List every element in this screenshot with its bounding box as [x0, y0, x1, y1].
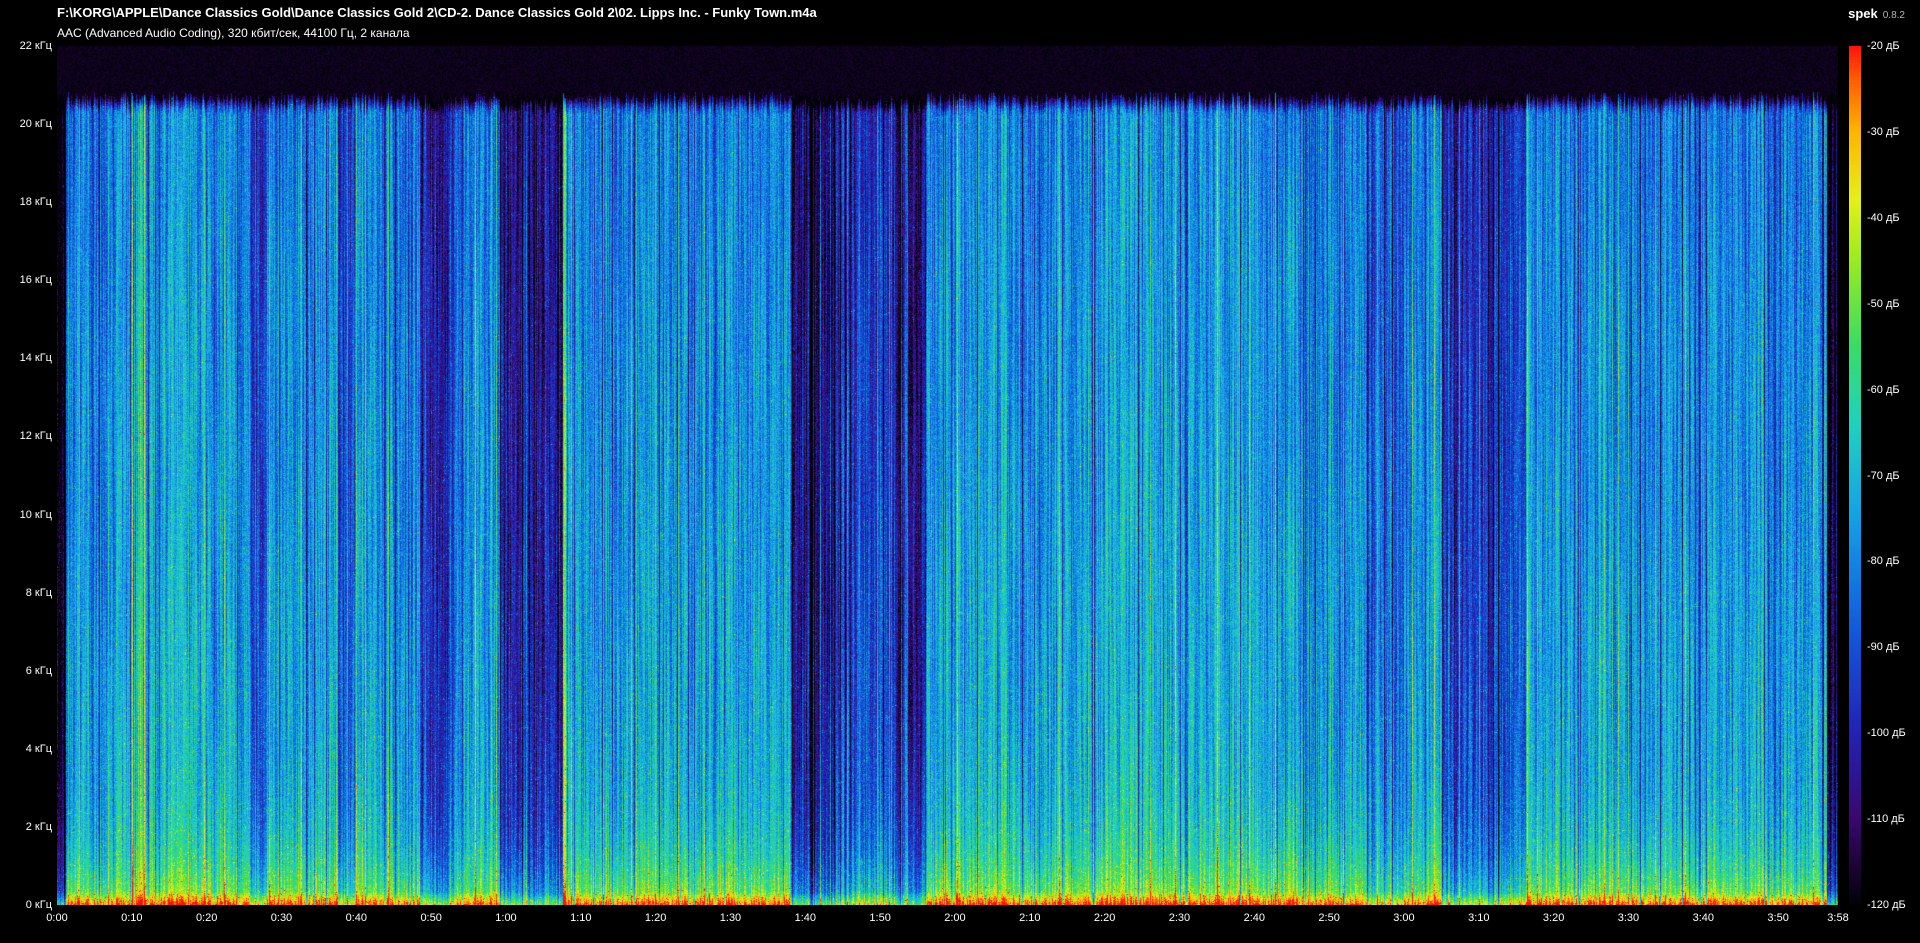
colorbar-gradient [1849, 46, 1861, 905]
db-tick-label: -60 дБ [1867, 383, 1900, 397]
freq-tick-label: 0 кГц [0, 898, 52, 912]
freq-tick-label: 14 кГц [0, 351, 52, 365]
freq-tick-label: 10 кГц [0, 508, 52, 522]
db-tick-label: -30 дБ [1867, 125, 1900, 139]
time-tick-label: 0:40 [331, 911, 381, 925]
time-tick-label: 2:20 [1080, 911, 1130, 925]
app-version: 0.8.2 [1883, 10, 1905, 21]
time-tick-label: 3:20 [1529, 911, 1579, 925]
freq-tick-label: 22 кГц [0, 39, 52, 53]
freq-tick-label: 6 кГц [0, 664, 52, 678]
db-tick-label: -120 дБ [1867, 898, 1906, 912]
freq-tick-label: 12 кГц [0, 429, 52, 443]
time-tick-label: 2:50 [1304, 911, 1354, 925]
db-tick-label: -90 дБ [1867, 640, 1900, 654]
freq-tick-label: 16 кГц [0, 273, 52, 287]
freq-tick-label: 8 кГц [0, 586, 52, 600]
freq-tick-label: 2 кГц [0, 820, 52, 834]
time-tick-label: 2:30 [1154, 911, 1204, 925]
db-tick-label: -80 дБ [1867, 554, 1900, 568]
time-tick-label: 3:50 [1753, 911, 1803, 925]
time-tick-label: 3:40 [1678, 911, 1728, 925]
spek-window: F:\KORG\APPLE\Dance Classics Gold\Dance … [0, 0, 1920, 943]
db-tick-label: -110 дБ [1867, 812, 1905, 826]
time-tick-label: 2:10 [1005, 911, 1055, 925]
time-tick-label: 0:50 [406, 911, 456, 925]
time-tick-label: 1:10 [556, 911, 606, 925]
time-tick-label: 1:00 [481, 911, 531, 925]
db-tick-label: -50 дБ [1867, 297, 1900, 311]
time-tick-label: 3:10 [1454, 911, 1504, 925]
app-name: spek [1848, 6, 1878, 21]
freq-tick-label: 18 кГц [0, 195, 52, 209]
db-tick-label: -70 дБ [1867, 469, 1900, 483]
time-tick-label: 1:40 [780, 911, 830, 925]
time-tick-label: 1:20 [631, 911, 681, 925]
spectrogram-canvas [57, 46, 1838, 905]
file-path-title: F:\KORG\APPLE\Dance Classics Gold\Dance … [57, 5, 817, 20]
db-tick-label: -100 дБ [1867, 726, 1906, 740]
time-tick-label: 0:00 [32, 911, 82, 925]
db-tick-label: -20 дБ [1867, 39, 1900, 53]
time-tick-label: 0:10 [107, 911, 157, 925]
codec-info-line: AAC (Advanced Audio Coding), 320 кбит/се… [57, 26, 410, 40]
db-tick-label: -40 дБ [1867, 211, 1900, 225]
time-tick-label: 0:20 [182, 911, 232, 925]
time-tick-label: 3:58 [1813, 911, 1863, 925]
freq-tick-label: 20 кГц [0, 117, 52, 131]
time-tick-label: 3:00 [1379, 911, 1429, 925]
time-tick-label: 3:30 [1603, 911, 1653, 925]
time-tick-label: 1:30 [705, 911, 755, 925]
time-tick-label: 0:30 [256, 911, 306, 925]
time-tick-label: 1:50 [855, 911, 905, 925]
time-tick-label: 2:00 [930, 911, 980, 925]
app-brand: spek 0.8.2 [1848, 5, 1905, 23]
freq-tick-label: 4 кГц [0, 742, 52, 756]
time-tick-label: 2:40 [1229, 911, 1279, 925]
